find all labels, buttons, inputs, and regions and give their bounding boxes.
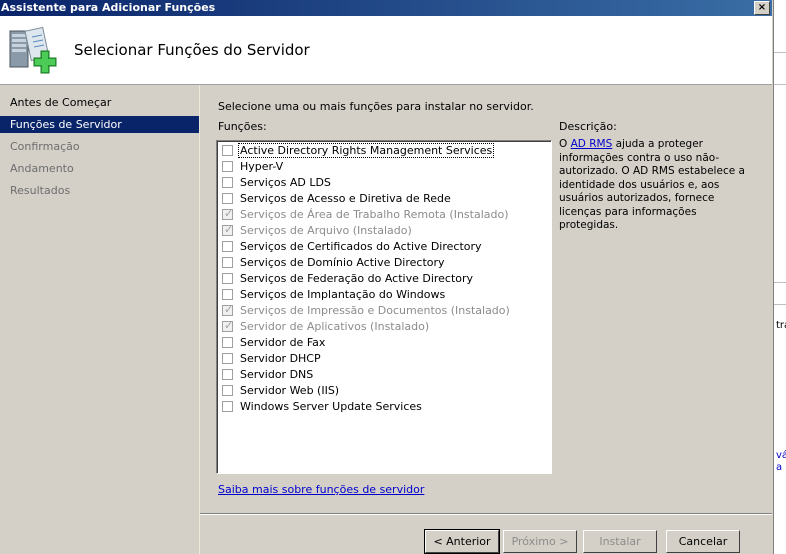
divider [200,513,772,515]
role-label: Serviços de Acesso e Diretiva de Rede [240,192,451,205]
role-label: Serviços de Domínio Active Directory [240,256,445,269]
role-label: Serviços AD LDS [240,176,331,189]
next-button: Próximo > [503,530,577,553]
nav-item-funcoes-de-servidor[interactable]: Funções de Servidor [0,116,199,133]
role-item[interactable]: Active Directory Rights Management Servi… [222,143,547,159]
role-checkbox[interactable] [222,177,233,188]
nav-item-andamento: Andamento [10,162,74,175]
background-text-2: vá [776,450,786,461]
page-title: Selecionar Funções do Servidor [74,41,310,59]
role-item[interactable]: Serviços de Implantação do Windows [222,287,547,303]
role-checkbox: ✓ [222,207,234,220]
install-button: Instalar [583,530,657,553]
role-item[interactable]: Serviços de Domínio Active Directory [222,255,547,271]
checkmark-icon: ✓ [224,207,234,220]
role-item[interactable]: Serviços de Federação do Active Director… [222,271,547,287]
role-label: Servidor DNS [240,368,314,381]
role-item: ✓ Serviços de Impressão e Documentos (Ins… [222,303,547,319]
back-button[interactable]: < Anterior [424,529,500,554]
role-checkbox: ✓ [222,319,234,332]
role-checkbox[interactable] [222,193,233,204]
role-checkbox: ✓ [222,303,234,316]
server-add-icon [9,26,57,74]
window-title: Assistente para Adicionar Funções [1,1,216,14]
role-label: Servidor Web (IIS) [240,384,340,397]
learn-more-link[interactable]: Saiba mais sobre funções de servidor [218,483,424,496]
role-checkbox[interactable] [222,273,233,284]
role-label: Serviços de Implantação do Windows [240,288,446,301]
role-label: Serviços de Certificados do Active Direc… [240,240,482,253]
role-label: Servidor de Fax [240,336,326,349]
background-text-1: tra [776,320,786,331]
role-item: ✓ Serviços de Área de Trabalho Remota (In… [222,207,547,223]
role-item[interactable]: Hyper-V [222,159,547,175]
role-checkbox[interactable] [222,369,233,380]
role-label: Serviços de Impressão e Documentos (Inst… [240,304,510,317]
role-checkbox[interactable] [222,353,233,364]
role-item[interactable]: Serviços AD LDS [222,175,547,191]
role-item[interactable]: Servidor de Fax [222,335,547,351]
role-checkbox[interactable] [222,241,233,252]
wizard-header: Selecionar Funções do Servidor [0,16,772,85]
checkmark-icon: ✓ [224,303,234,316]
role-label: Serviços de Área de Trabalho Remota (Ins… [240,208,509,221]
role-checkbox[interactable] [222,337,233,348]
role-item[interactable]: Servidor DNS [222,367,547,383]
title-bar: Assistente para Adicionar Funções × [0,0,772,16]
roles-label: Funções: [218,120,267,133]
nav-item-antes-de-comecar[interactable]: Antes de Começar [0,94,199,111]
description-text: O AD RMS ajuda a proteger informações co… [559,138,745,231]
role-item[interactable]: Serviços de Acesso e Diretiva de Rede [222,191,547,207]
role-checkbox[interactable] [222,257,233,268]
background-window: tra vá a [773,0,786,554]
checkmark-icon: ✓ [224,319,234,332]
role-checkbox: ✓ [222,223,234,236]
nav-item-resultados: Resultados [10,184,71,197]
role-label: Hyper-V [240,160,284,173]
role-item: ✓ Servidor de Aplicativos (Instalado) [222,319,547,335]
instruction-text: Selecione uma ou mais funções para insta… [218,100,534,113]
role-item[interactable]: Serviços de Certificados do Active Direc… [222,239,547,255]
role-checkbox[interactable] [222,145,233,156]
cancel-button[interactable]: Cancelar [666,530,740,553]
role-item[interactable]: Windows Server Update Services [222,399,547,415]
role-item[interactable]: Servidor DHCP [222,351,547,367]
role-checkbox[interactable] [222,401,233,412]
role-item[interactable]: Servidor Web (IIS) [222,383,547,399]
role-label: Servidor DHCP [240,352,321,365]
nav-item-confirmacao: Confirmação [10,140,80,153]
role-label: Servidor de Aplicativos (Instalado) [240,320,430,333]
role-label: Serviços de Federação do Active Director… [240,272,474,285]
background-text-3: a [776,462,783,473]
ad-rms-link[interactable]: AD RMS [571,138,613,150]
description-label: Descrição: [559,120,617,133]
checkmark-icon: ✓ [224,223,234,236]
role-label: Serviços de Arquivo (Instalado) [240,224,412,237]
role-checkbox[interactable] [222,385,233,396]
roles-checklist[interactable]: Active Directory Rights Management Servi… [216,140,552,474]
close-button[interactable]: × [754,1,770,15]
role-label: Active Directory Rights Management Servi… [237,143,495,158]
role-item: ✓ Serviços de Arquivo (Instalado) [222,223,547,239]
role-checkbox[interactable] [222,289,233,300]
role-checkbox[interactable] [222,161,233,172]
role-label: Windows Server Update Services [240,400,422,413]
wizard-nav: Antes de Começar Funções de Servidor Con… [0,85,200,554]
main-panel: Selecione uma ou mais funções para insta… [200,85,772,554]
